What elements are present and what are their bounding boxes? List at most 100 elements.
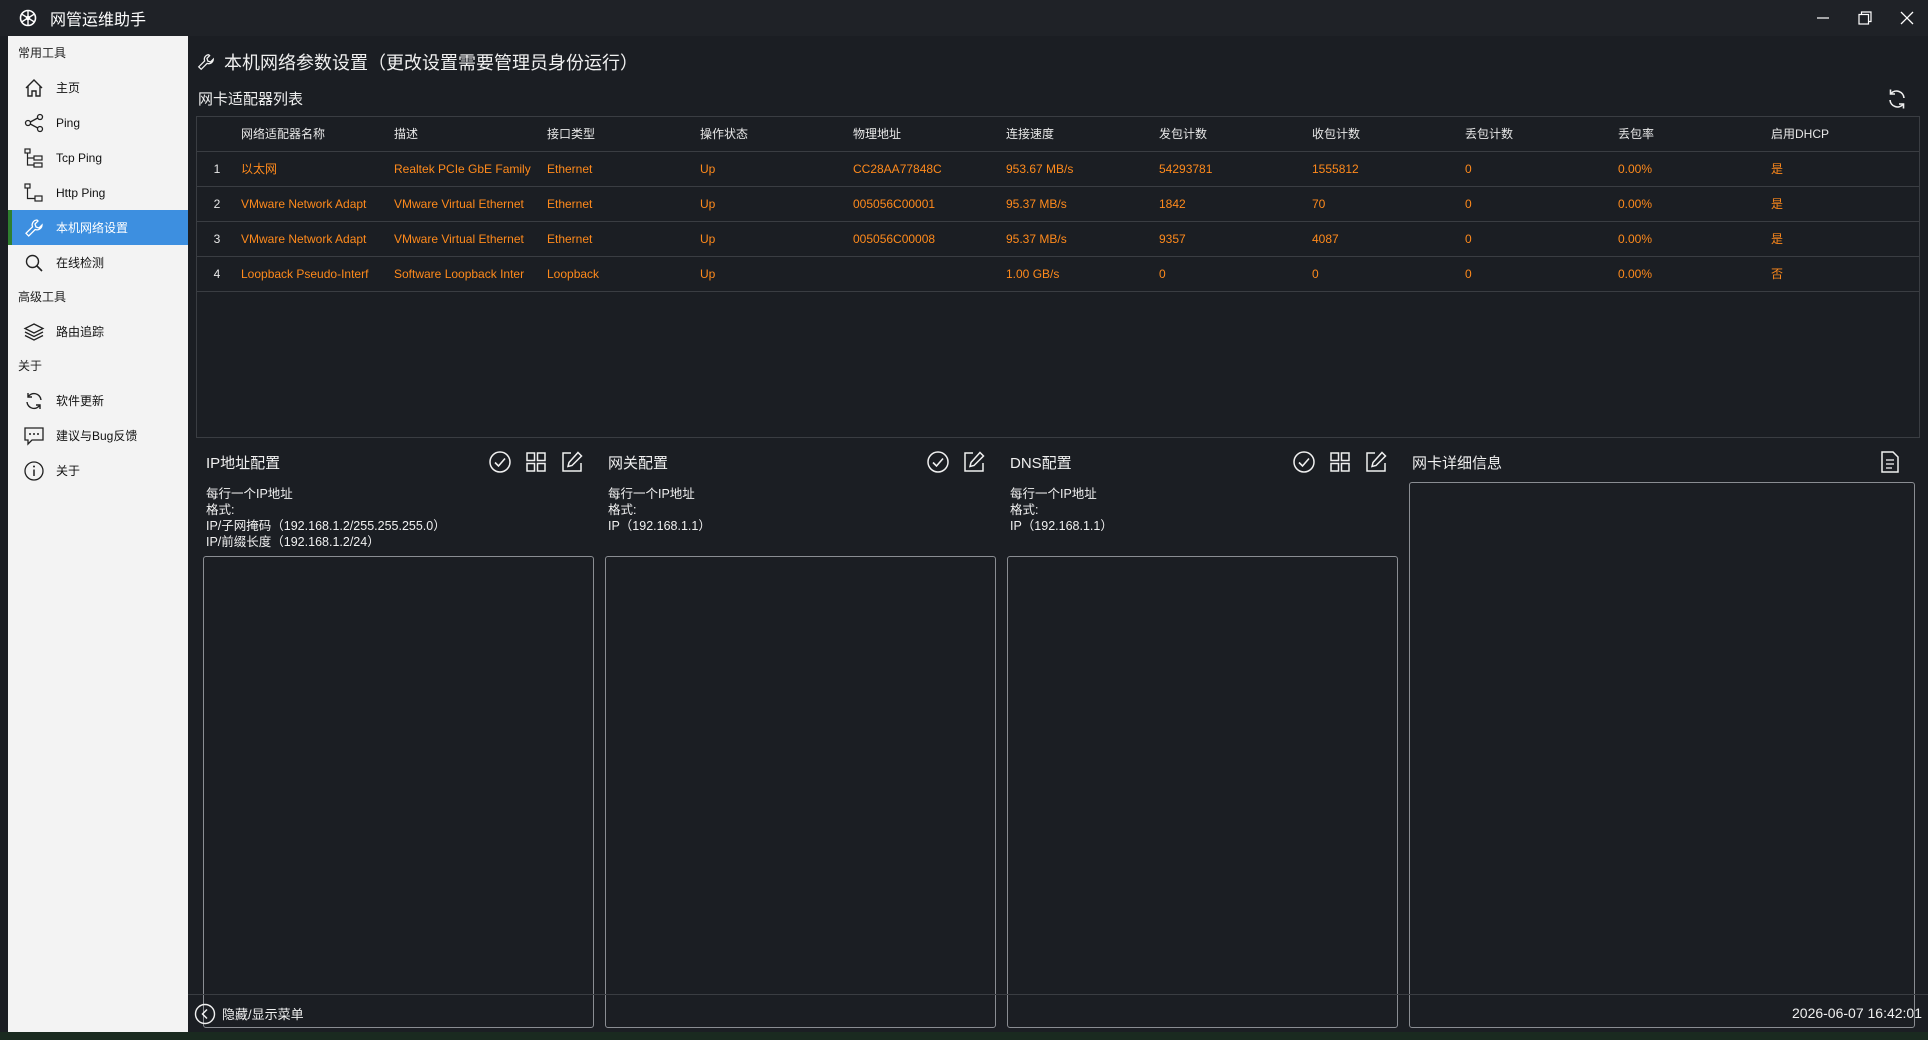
table-cell: Ethernet: [543, 186, 696, 222]
page-title: 本机网络参数设置（更改设置需要管理员身份运行）: [196, 50, 638, 74]
search-icon: [22, 251, 46, 275]
table-cell: Up: [696, 186, 849, 222]
dns-apply-button[interactable]: [1290, 448, 1318, 476]
column-header[interactable]: 收包计数: [1308, 117, 1461, 152]
home-icon: [22, 76, 46, 100]
table-header-row: 网络适配器名称 描述 接口类型 操作状态 物理地址 连接速度 发包计数 收包计数…: [197, 117, 1919, 152]
sidebar-section-advanced: 高级工具: [18, 290, 67, 304]
adapter-detail-box: [1409, 482, 1915, 1028]
gateway-config-hint: 每行一个IP地址 格式: IP（192.168.1.1）: [608, 487, 711, 533]
table-cell: VMware Virtual Ethernet: [390, 186, 543, 222]
column-header[interactable]: [197, 117, 237, 152]
sidebar-item-network-settings[interactable]: 本机网络设置: [8, 210, 188, 245]
dns-template-button[interactable]: [1326, 448, 1354, 476]
sidebar: 常用工具 主页 Ping Tcp Ping Http Ping 本机网络设置 在…: [8, 36, 188, 1032]
column-header[interactable]: 连接速度: [1002, 117, 1155, 152]
table-cell: 1555812: [1308, 151, 1461, 187]
table-cell: CC28AA77848C: [849, 151, 1002, 187]
ip-config-panel: IP地址配置 每行一个IP地址 格式: IP/子网掩码（192.168.1.2/…: [200, 448, 594, 1028]
sidebar-item-label: Tcp Ping: [56, 150, 103, 165]
column-header[interactable]: 描述: [390, 117, 543, 152]
gateway-edit-button[interactable]: [960, 448, 988, 476]
sidebar-item-feedback[interactable]: 建议与Bug反馈: [8, 418, 188, 453]
gateway-apply-button[interactable]: [924, 448, 952, 476]
column-header[interactable]: 网络适配器名称: [237, 117, 390, 152]
ip-edit-button[interactable]: [558, 448, 586, 476]
sidebar-section-common: 常用工具: [18, 46, 67, 60]
refresh-icon: [1889, 89, 1905, 109]
gateway-config-panel: 网关配置 每行一个IP地址 格式: IP（192.168.1.1）: [602, 448, 996, 1028]
wrench-icon: [22, 216, 46, 240]
toggle-menu-button[interactable]: 隐藏/显示菜单: [194, 1003, 304, 1025]
row-index: 2: [197, 186, 237, 222]
dns-config-hint: 每行一个IP地址 格式: IP（192.168.1.1）: [1010, 487, 1113, 533]
detail-copy-button[interactable]: [1876, 448, 1904, 476]
sidebar-item-online-check[interactable]: 在线检测: [8, 245, 188, 280]
sidebar-item-label: 在线检测: [56, 256, 105, 270]
table-cell: 0.00%: [1614, 151, 1767, 187]
page-title-text: 本机网络参数设置（更改设置需要管理员身份运行）: [224, 53, 638, 73]
table-cell: 0: [1461, 151, 1614, 187]
sidebar-item-label: 建议与Bug反馈: [56, 429, 138, 443]
sidebar-item-home[interactable]: 主页: [8, 70, 188, 105]
edit-icon: [1366, 451, 1387, 472]
table-cell: 1842: [1155, 186, 1308, 222]
table-row[interactable]: 1 以太网 Realtek PCIe GbE Family Ethernet U…: [197, 151, 1919, 187]
tree-branch-icon: [22, 181, 46, 205]
adapter-detail-title: 网卡详细信息: [1412, 455, 1503, 472]
sidebar-item-http-ping[interactable]: Http Ping: [8, 175, 188, 210]
sidebar-item-label: 软件更新: [56, 394, 105, 408]
column-header[interactable]: 启用DHCP: [1767, 117, 1919, 152]
sidebar-item-about[interactable]: 关于: [8, 453, 188, 488]
share-icon: [22, 111, 46, 135]
tree-icon: [22, 146, 46, 170]
table-row[interactable]: 3 VMware Network Adapt VMware Virtual Et…: [197, 221, 1919, 257]
table-row[interactable]: 4 Loopback Pseudo-Interf Software Loopba…: [197, 256, 1919, 292]
restore-button[interactable]: [1844, 0, 1886, 36]
gateway-config-title: 网关配置: [608, 455, 669, 472]
sidebar-item-ping[interactable]: Ping: [8, 105, 188, 140]
column-header[interactable]: 丢包计数: [1461, 117, 1614, 152]
row-index: 4: [197, 256, 237, 292]
ip-address-textarea[interactable]: [203, 556, 594, 1028]
column-header[interactable]: 物理地址: [849, 117, 1002, 152]
table-cell: Ethernet: [543, 221, 696, 257]
sidebar-item-label: 关于: [56, 464, 81, 478]
grid-icon: [1330, 452, 1350, 472]
check-circle-icon: [927, 451, 949, 473]
sidebar-item-traceroute[interactable]: 路由追踪: [8, 314, 188, 349]
adapter-table-container: 网络适配器名称 描述 接口类型 操作状态 物理地址 连接速度 发包计数 收包计数…: [196, 116, 1920, 438]
dns-edit-button[interactable]: [1362, 448, 1390, 476]
app-title: 网管运维助手: [50, 12, 147, 29]
refresh-button[interactable]: [1884, 86, 1910, 112]
table-cell: 953.67 MB/s: [1002, 151, 1155, 187]
ip-template-button[interactable]: [522, 448, 550, 476]
close-button[interactable]: [1886, 0, 1928, 36]
column-header[interactable]: 操作状态: [696, 117, 849, 152]
table-cell: 9357: [1155, 221, 1308, 257]
sidebar-item-label: 本机网络设置: [56, 221, 129, 235]
table-row[interactable]: 2 VMware Network Adapt VMware Virtual Et…: [197, 186, 1919, 222]
gateway-textarea[interactable]: [605, 556, 996, 1028]
column-header[interactable]: 发包计数: [1155, 117, 1308, 152]
ip-apply-button[interactable]: [486, 448, 514, 476]
info-icon: [22, 459, 46, 483]
minimize-button[interactable]: [1802, 0, 1844, 36]
table-cell: 是: [1767, 221, 1919, 257]
adapter-list-title: 网卡适配器列表: [198, 91, 304, 108]
sidebar-section-about: 关于: [18, 359, 43, 373]
dns-textarea[interactable]: [1007, 556, 1398, 1028]
column-header[interactable]: 接口类型: [543, 117, 696, 152]
wrench-icon: [197, 54, 214, 71]
sidebar-item-tcp-ping[interactable]: Tcp Ping: [8, 140, 188, 175]
table-cell: Up: [696, 151, 849, 187]
table-cell: 54293781: [1155, 151, 1308, 187]
sidebar-item-update[interactable]: 软件更新: [8, 383, 188, 418]
toggle-menu-label: 隐藏/显示菜单: [222, 1007, 304, 1022]
table-cell: 005056C00008: [849, 221, 1002, 257]
column-header[interactable]: 丢包率: [1614, 117, 1767, 152]
table-cell: 0: [1461, 186, 1614, 222]
clock: 2026-06-07 16:42:01: [1792, 1005, 1922, 1021]
table-cell: Loopback: [543, 256, 696, 292]
close-icon: [1900, 11, 1914, 25]
